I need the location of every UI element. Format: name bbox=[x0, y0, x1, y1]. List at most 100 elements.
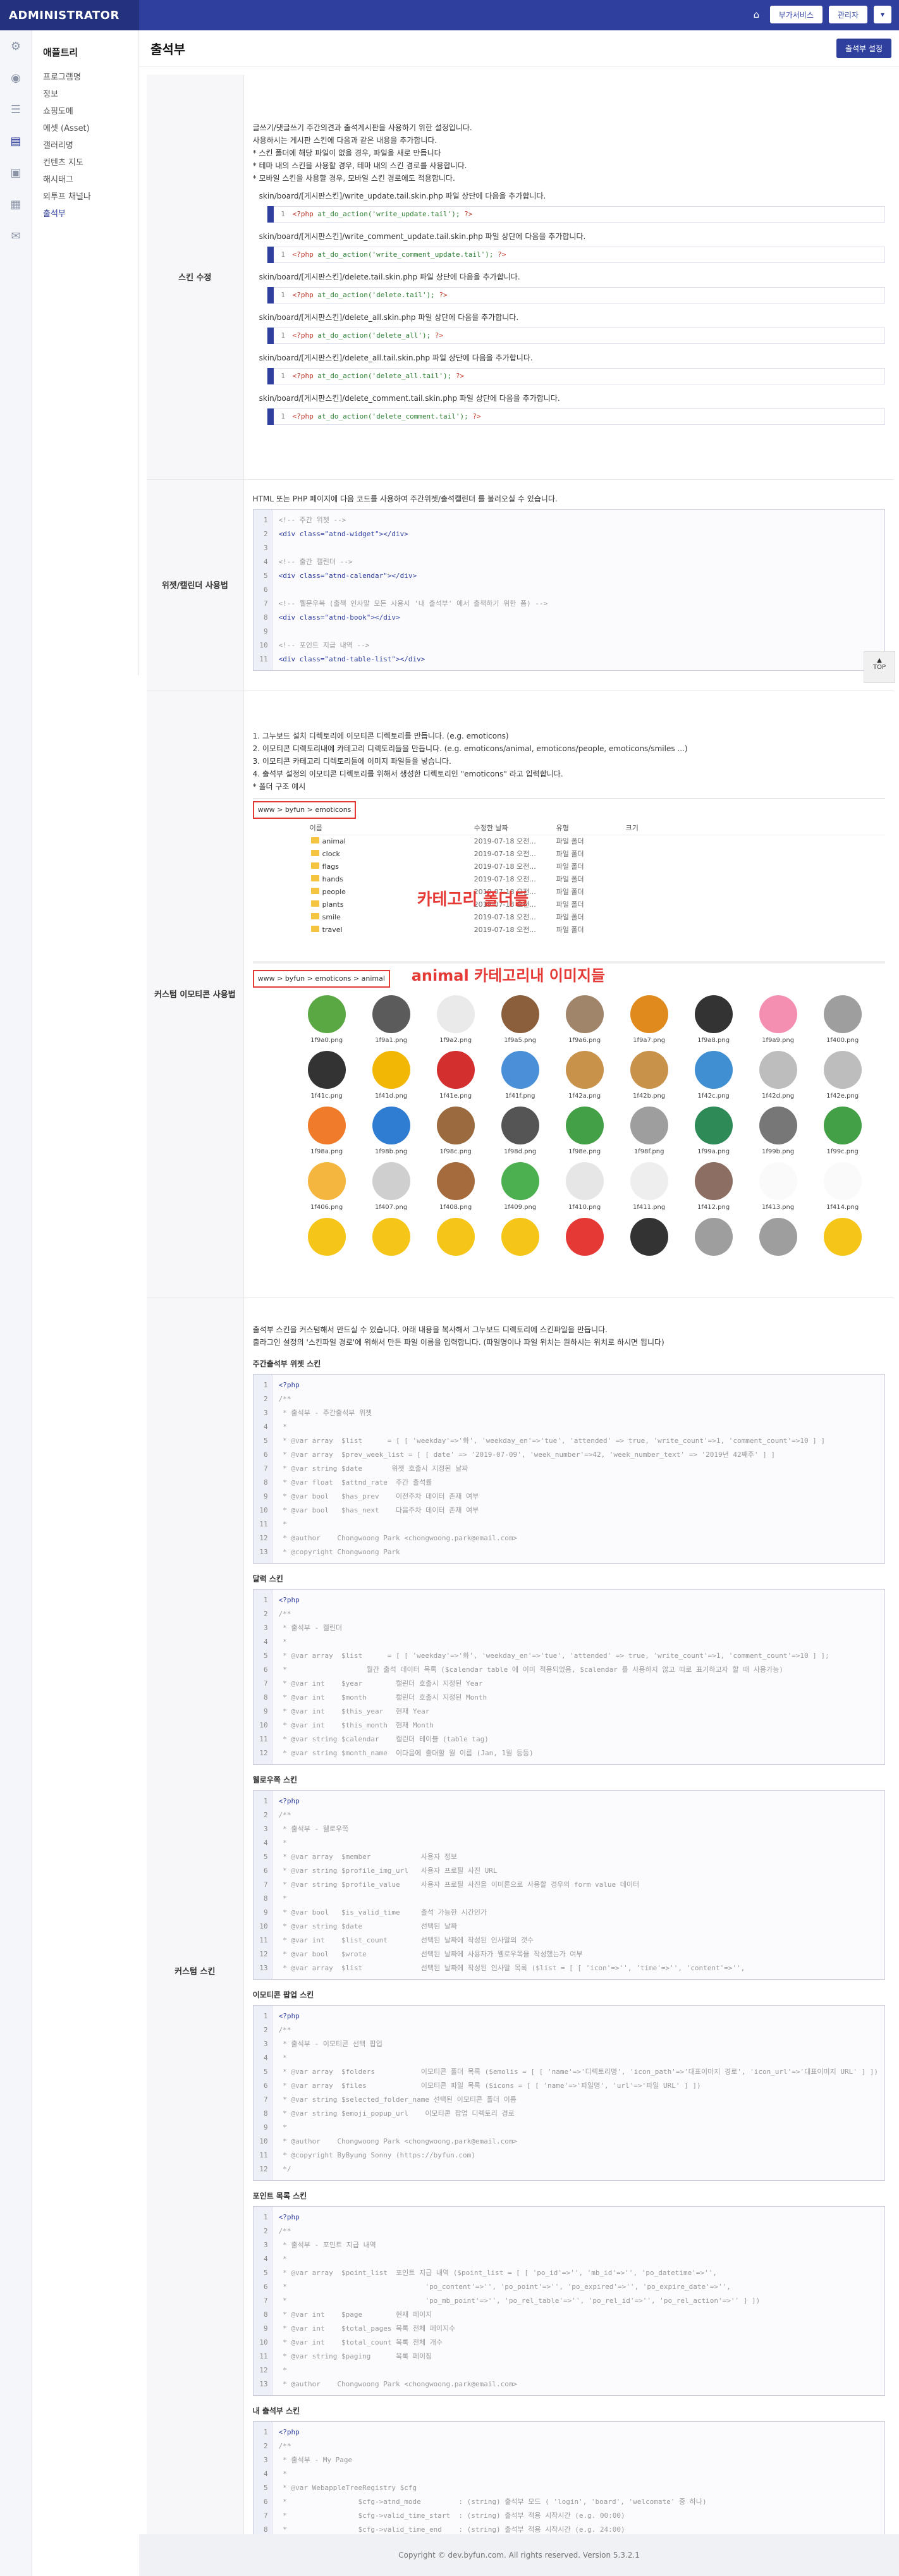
line-numbers: 12345678910111213 bbox=[253, 1375, 272, 1563]
brand-logo[interactable]: ADMINISTRATOR bbox=[0, 0, 139, 30]
folder-row[interactable]: flags 2019-07-18 오전... 파일 폴더 bbox=[310, 861, 885, 873]
emoji-item[interactable]: 1f41d.png bbox=[362, 1051, 421, 1103]
emoji-item[interactable]: 1f9a7.png bbox=[620, 995, 679, 1047]
folder-row[interactable]: smile 2019-07-18 오전... 파일 폴더 bbox=[310, 911, 885, 924]
emoji-item[interactable]: 1f98e.png bbox=[555, 1107, 615, 1158]
emoji-item[interactable]: 1f412.png bbox=[684, 1162, 743, 1214]
emoji-item[interactable] bbox=[555, 1218, 615, 1257]
emoji-item[interactable]: 1f42b.png bbox=[620, 1051, 679, 1103]
chevron-down-icon[interactable]: ▾ bbox=[874, 6, 891, 23]
emoji-item[interactable]: 1f9a2.png bbox=[426, 995, 486, 1047]
code-text: <?php at_do_action('write_update.tail');… bbox=[293, 208, 473, 221]
emoji-item[interactable] bbox=[620, 1218, 679, 1257]
emoji-item[interactable]: 1f411.png bbox=[620, 1162, 679, 1214]
emoji-item[interactable]: 1f41f.png bbox=[491, 1051, 550, 1103]
emoji-item[interactable]: 1f42e.png bbox=[813, 1051, 872, 1103]
code-line: <!-- 출간 캘린더 --> bbox=[278, 557, 353, 566]
emoji-item[interactable]: 1f408.png bbox=[426, 1162, 486, 1214]
emoji-item[interactable] bbox=[362, 1218, 421, 1257]
chart-icon[interactable]: ▦ bbox=[0, 188, 32, 220]
folder-row[interactable]: clock 2019-07-18 오전... 파일 폴더 bbox=[310, 848, 885, 861]
menu-item[interactable]: 컨텐츠 지도 bbox=[43, 153, 127, 170]
row-label-emoticon: 커스텀 이모티콘 사용법 bbox=[147, 690, 244, 1297]
home-icon[interactable]: ⌂ bbox=[754, 9, 764, 20]
scroll-top-label: TOP bbox=[872, 664, 886, 671]
emoji-item[interactable] bbox=[426, 1218, 486, 1257]
emoji-item[interactable] bbox=[491, 1218, 550, 1257]
code-line: <div class="atnd-calendar"></div> bbox=[278, 571, 417, 580]
emoji-item[interactable]: 1f41e.png bbox=[426, 1051, 486, 1103]
menu-item[interactable]: 정보 bbox=[43, 85, 127, 102]
emoji-item[interactable]: 1f98c.png bbox=[426, 1107, 486, 1158]
code-snippet: 1 <?php at_do_action('delete_all'); ?> bbox=[266, 327, 885, 344]
emoji-item[interactable]: 1f9a5.png bbox=[491, 995, 550, 1047]
emoji-item[interactable]: 1f9a1.png bbox=[362, 995, 421, 1047]
folder-row[interactable]: animal 2019-07-18 오전... 파일 폴더 bbox=[310, 835, 885, 848]
emoji-item[interactable]: 1f9a6.png bbox=[555, 995, 615, 1047]
emoji-item[interactable]: 1f98d.png bbox=[491, 1107, 550, 1158]
code-line: * @var string $emoji_popup_url 이모티콘 팝업 디… bbox=[278, 2109, 515, 2118]
emoji-item[interactable] bbox=[684, 1218, 743, 1257]
emoji-image bbox=[565, 1051, 604, 1089]
list-icon[interactable]: ☰ bbox=[0, 94, 32, 125]
folder-row[interactable]: people 2019-07-18 오전... 파일 폴더 bbox=[310, 886, 885, 899]
emoji-item[interactable]: 1f99b.png bbox=[749, 1107, 808, 1158]
code-line: * @var array $list = [ [ 'weekday'=>'화',… bbox=[278, 1652, 829, 1660]
folder-name: flags bbox=[310, 861, 474, 873]
emoji-item[interactable]: 1f414.png bbox=[813, 1162, 872, 1214]
emoji-item[interactable]: 1f400.png bbox=[813, 995, 872, 1047]
menu-item[interactable]: 에셋 (Asset) bbox=[43, 119, 127, 136]
line-numbers: 1 2 3 4 5 6 7 8 9 10 11 bbox=[253, 509, 272, 670]
emoji-item[interactable] bbox=[297, 1218, 357, 1257]
emoji-item[interactable]: 1f98b.png bbox=[362, 1107, 421, 1158]
line-number: 1 bbox=[281, 331, 285, 340]
emoji-item[interactable]: 1f407.png bbox=[362, 1162, 421, 1214]
user-icon[interactable]: ◉ bbox=[0, 62, 32, 94]
top-bar: ADMINISTRATOR ⌂ 부가서비스 관리자 ▾ bbox=[0, 0, 899, 30]
emoji-image bbox=[565, 995, 604, 1033]
mail-icon[interactable]: ✉ bbox=[0, 220, 32, 252]
emoji-item[interactable]: 1f406.png bbox=[297, 1162, 357, 1214]
folder-type: 파일 폴더 bbox=[556, 850, 584, 858]
emoji-item[interactable]: 1f98f.png bbox=[620, 1107, 679, 1158]
php-open-tag: <?php bbox=[292, 209, 318, 218]
menu-item[interactable]: 갤러리명 bbox=[43, 136, 127, 153]
emoji-item[interactable]: 1f9a9.png bbox=[749, 995, 808, 1047]
admin-button[interactable]: 관리자 bbox=[828, 6, 867, 23]
scroll-top-button[interactable]: ▲ TOP bbox=[864, 651, 895, 683]
emoji-item[interactable]: 1f9a8.png bbox=[684, 995, 743, 1047]
emoji-item[interactable]: 1f9a0.png bbox=[297, 995, 357, 1047]
code-line: * @var int $month 캘린더 호출시 지정된 Month bbox=[278, 1693, 487, 1702]
menu-item-attendance[interactable]: 출석부 bbox=[43, 204, 127, 221]
emoji-item[interactable] bbox=[749, 1218, 808, 1257]
menu-item[interactable]: 해시태그 bbox=[43, 170, 127, 187]
code-text: <?php at_do_action('write_comment_update… bbox=[293, 248, 506, 261]
gear-icon[interactable]: ⚙ bbox=[0, 30, 32, 62]
emoji-item[interactable]: 1f41c.png bbox=[297, 1051, 357, 1103]
menu-item[interactable]: 프로그램명 bbox=[43, 68, 127, 85]
folder-row[interactable]: hands 2019-07-18 오전... 파일 폴더 bbox=[310, 873, 885, 886]
folder-row[interactable]: plants 2019-07-18 오전... 파일 폴더 bbox=[310, 899, 885, 911]
menu-item[interactable]: 외투프 채널나 bbox=[43, 187, 127, 204]
box-icon[interactable]: ▣ bbox=[0, 157, 32, 188]
code-line: * @copyright Chongwoong Park bbox=[278, 1548, 400, 1556]
intro-line: * 테마 내의 스킨을 사용할 경우, 테마 내의 스킨 경로를 사용합니다. bbox=[252, 161, 467, 170]
emoji-item[interactable]: 1f42d.png bbox=[749, 1051, 808, 1103]
menu-item[interactable]: 쇼핑도메 bbox=[43, 102, 127, 119]
emoji-item[interactable]: 1f99a.png bbox=[684, 1107, 743, 1158]
emoji-item[interactable]: 1f42a.png bbox=[555, 1051, 615, 1103]
category-folders-annotation: 카테고리 폴더들 bbox=[417, 890, 529, 909]
emoji-item[interactable]: 1f99c.png bbox=[813, 1107, 872, 1158]
emoji-item[interactable] bbox=[813, 1218, 872, 1257]
emoji-item[interactable]: 1f42c.png bbox=[684, 1051, 743, 1103]
emoji-item[interactable]: 1f98a.png bbox=[297, 1107, 357, 1158]
attendance-settings-button[interactable]: 출석부 설정 bbox=[836, 39, 891, 58]
board-icon[interactable]: ▤ bbox=[0, 125, 32, 157]
code-line: * @var bool $has_prev 이전주차 데이터 존재 여부 bbox=[278, 1492, 479, 1500]
addon-button[interactable]: 부가서비스 bbox=[769, 6, 823, 23]
emoji-filename: 1f406.png bbox=[310, 1204, 343, 1211]
emoji-item[interactable]: 1f410.png bbox=[555, 1162, 615, 1214]
folder-row[interactable]: travel 2019-07-18 오전... 파일 폴더 bbox=[310, 924, 885, 936]
emoji-item[interactable]: 1f413.png bbox=[749, 1162, 808, 1214]
emoji-item[interactable]: 1f409.png bbox=[491, 1162, 550, 1214]
